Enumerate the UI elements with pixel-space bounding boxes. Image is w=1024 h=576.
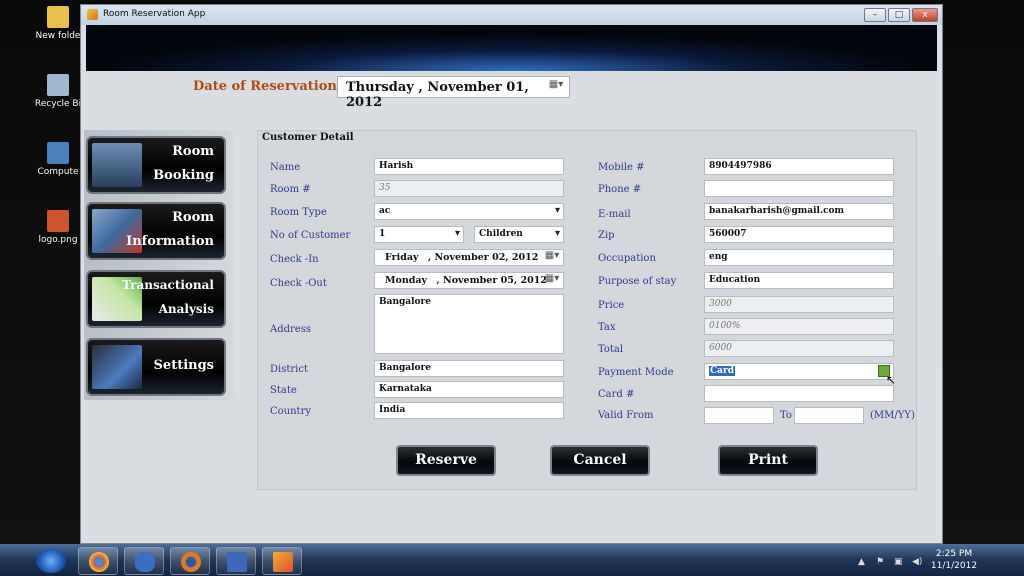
room-booking-icon bbox=[92, 143, 142, 187]
nav-room-booking-button[interactable]: Room Booking bbox=[86, 136, 226, 194]
calendar-dropdown-icon[interactable]: ▦▾ bbox=[543, 273, 561, 289]
title-bar[interactable]: Room Reservation App – □ x bbox=[81, 5, 942, 25]
phone-input[interactable] bbox=[704, 180, 894, 197]
valid-to-input[interactable] bbox=[794, 407, 864, 424]
card-no-label: Card # bbox=[598, 389, 635, 400]
district-input[interactable]: Bangalore bbox=[374, 360, 564, 377]
reservation-date-picker[interactable]: Thursday , November 01, 2012 ▦▾ bbox=[337, 76, 570, 110]
calendar-dropdown-icon[interactable]: ▦▾ bbox=[543, 250, 561, 266]
address-textarea[interactable]: Bangalore bbox=[374, 294, 564, 354]
address-label: Address bbox=[270, 324, 311, 335]
purpose-of-stay-input[interactable]: Education bbox=[704, 272, 894, 289]
taskbar-room-reservation-app[interactable] bbox=[262, 547, 302, 575]
print-button[interactable]: Print bbox=[718, 445, 818, 476]
tax-label: Tax bbox=[598, 322, 616, 333]
chrome-icon bbox=[89, 552, 109, 572]
firefox-icon bbox=[181, 552, 201, 572]
valid-to-label: To bbox=[780, 410, 792, 421]
nav-settings-button[interactable]: Settings bbox=[86, 338, 226, 396]
valid-from-input[interactable] bbox=[704, 407, 774, 424]
desktop-icon-recycle-bin[interactable]: Recycle Bi bbox=[28, 74, 88, 109]
state-input[interactable]: Karnataka bbox=[374, 381, 564, 398]
total-input[interactable]: 6000 bbox=[704, 340, 894, 357]
close-button[interactable]: x bbox=[912, 8, 938, 22]
taskbar-clock[interactable]: 2:25 PM 11/1/2012 bbox=[930, 548, 978, 572]
country-label: Country bbox=[270, 406, 312, 417]
valid-from-label: Valid From bbox=[598, 410, 654, 421]
payment-mode-value: Card bbox=[709, 366, 736, 376]
recycle-bin-icon bbox=[47, 74, 69, 96]
room-no-input[interactable]: 35 bbox=[374, 180, 564, 197]
district-label: District bbox=[270, 364, 308, 375]
zip-label: Zip bbox=[598, 230, 615, 241]
taskbar-chrome[interactable] bbox=[78, 547, 118, 575]
clock-time: 2:25 PM bbox=[935, 549, 973, 559]
start-button-icon[interactable] bbox=[36, 549, 66, 573]
no-of-customer-label: No of Customer bbox=[270, 230, 351, 241]
nav-transactional-analysis-button[interactable]: Transactional Analysis bbox=[86, 270, 226, 328]
payment-mode-label: Payment Mode bbox=[598, 367, 674, 378]
clock-date: 11/1/2012 bbox=[930, 561, 978, 571]
price-input[interactable]: 3000 bbox=[704, 296, 894, 313]
room-type-label: Room Type bbox=[270, 207, 327, 218]
infinity-icon bbox=[135, 552, 155, 572]
reserve-button[interactable]: Reserve bbox=[396, 445, 496, 476]
mobile-label: Mobile # bbox=[598, 162, 645, 173]
taskbar-infinity[interactable] bbox=[124, 547, 164, 575]
header-banner bbox=[86, 25, 937, 71]
email-input[interactable]: banakarharish@gmail.com bbox=[704, 203, 894, 220]
no-of-customer-select[interactable]: 1 bbox=[374, 226, 464, 243]
window-title: Room Reservation App bbox=[103, 9, 206, 19]
phone-label: Phone # bbox=[598, 184, 642, 195]
check-out-date-picker[interactable]: Monday , November 05, 2012 ▦▾ bbox=[374, 272, 564, 289]
payment-mode-select[interactable]: Card bbox=[704, 363, 894, 380]
folder-icon bbox=[47, 6, 69, 28]
total-label: Total bbox=[598, 344, 624, 355]
app-window-icon bbox=[273, 552, 293, 572]
customer-detail-title: Customer Detail bbox=[262, 132, 354, 143]
nav-room-information-button[interactable]: Room Information bbox=[86, 202, 226, 260]
floppy-disk-icon bbox=[227, 552, 247, 572]
tax-input[interactable]: 0100% bbox=[704, 318, 894, 335]
tray-flag-icon[interactable]: ⚑ bbox=[876, 557, 884, 567]
children-select[interactable]: Children bbox=[474, 226, 564, 243]
occupation-input[interactable]: eng bbox=[704, 249, 894, 266]
country-input[interactable]: India bbox=[374, 402, 564, 419]
occupation-label: Occupation bbox=[598, 253, 656, 264]
tray-chevron-icon[interactable]: ▲ bbox=[858, 557, 865, 567]
tray-volume-icon[interactable]: ◀) bbox=[912, 557, 922, 567]
date-format-hint: (MM/YY) bbox=[870, 410, 915, 421]
purpose-of-stay-label: Purpose of stay bbox=[598, 276, 677, 287]
tray-network-icon[interactable]: ▣ bbox=[894, 557, 903, 567]
room-type-select[interactable]: ac bbox=[374, 203, 564, 220]
card-no-input[interactable] bbox=[704, 385, 894, 402]
room-no-label: Room # bbox=[270, 184, 311, 195]
price-label: Price bbox=[598, 300, 625, 311]
tools-icon bbox=[92, 345, 142, 389]
app-icon bbox=[87, 9, 98, 20]
state-label: State bbox=[270, 385, 297, 396]
desktop-icon-computer[interactable]: Compute bbox=[28, 142, 88, 177]
mobile-input[interactable]: 8904497986 bbox=[704, 158, 894, 175]
desktop-icon-logo-png[interactable]: logo.png bbox=[28, 210, 88, 245]
zip-input[interactable]: 560007 bbox=[704, 226, 894, 243]
check-in-date-picker[interactable]: Friday , November 02, 2012 ▦▾ bbox=[374, 249, 564, 266]
calendar-dropdown-icon[interactable]: ▦▾ bbox=[547, 79, 565, 95]
cancel-button[interactable]: Cancel bbox=[550, 445, 650, 476]
date-of-reservation-label: Date of Reservation : bbox=[193, 79, 347, 94]
taskbar-save-app[interactable] bbox=[216, 547, 256, 575]
check-in-label: Check -In bbox=[270, 254, 319, 265]
computer-icon bbox=[47, 142, 69, 164]
name-input[interactable]: Harish bbox=[374, 158, 564, 175]
maximize-button[interactable]: □ bbox=[888, 8, 910, 22]
image-file-icon bbox=[47, 210, 69, 232]
minimize-button[interactable]: – bbox=[864, 8, 886, 22]
desktop-icon-new-folder[interactable]: New folde bbox=[28, 6, 88, 41]
taskbar-firefox[interactable] bbox=[170, 547, 210, 575]
email-label: E-mail bbox=[598, 209, 631, 220]
check-out-label: Check -Out bbox=[270, 278, 327, 289]
name-label: Name bbox=[270, 162, 301, 173]
